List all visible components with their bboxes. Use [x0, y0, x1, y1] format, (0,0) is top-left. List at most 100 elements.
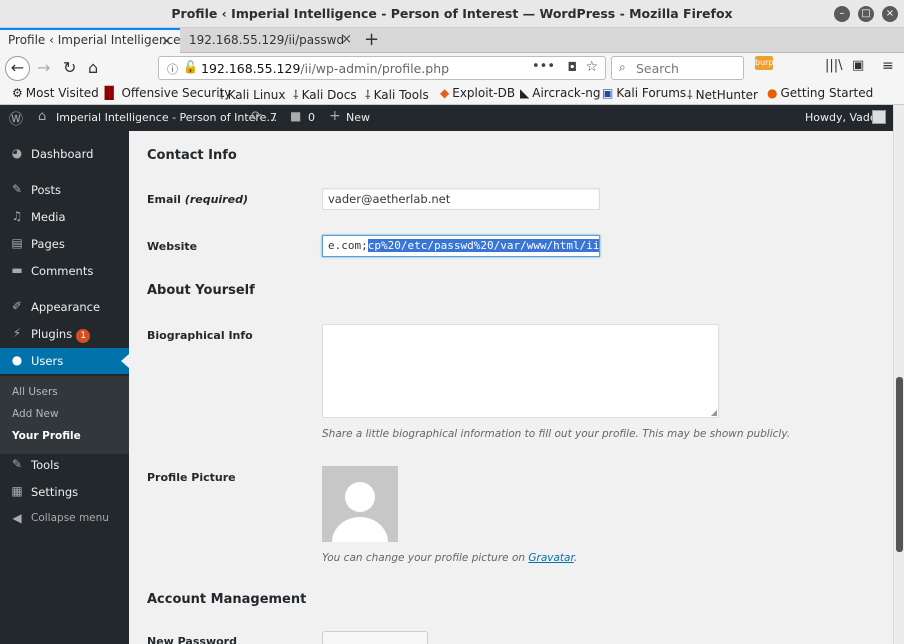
menu-comments[interactable]: ▬ Comments [0, 258, 129, 284]
generate-password-button[interactable] [322, 631, 428, 644]
menu-pages[interactable]: ▤ Pages [0, 231, 129, 257]
bookmark-getting-started[interactable]: ● Getting Started [767, 86, 873, 100]
bookmark-nethunter[interactable]: ⸸ NetHunter [687, 86, 758, 103]
minimize-icon[interactable]: – [834, 6, 850, 22]
gear-icon: ⚙ [12, 86, 23, 100]
search-input[interactable]: ⌕ Search [611, 56, 744, 80]
comments-count: 0 [308, 111, 315, 124]
sidebar-toggle-icon[interactable]: ▣ [852, 58, 864, 73]
website-label: Website [147, 240, 198, 253]
bookmark-kali-linux[interactable]: ⸸ Kali Linux [219, 86, 285, 103]
settings-icon: ▦ [11, 484, 23, 498]
brush-icon: ✐ [11, 299, 23, 313]
plug-icon: ⚡ [12, 326, 22, 340]
admin-sidebar: ◕ Dashboard ✎ Posts ♫ Media ▤ Pages ▬ Comment… [0, 131, 129, 644]
menu-users[interactable]: ● Users [0, 348, 129, 374]
plugins-update-badge: 1 [76, 329, 91, 343]
home-icon[interactable]: ⌂ [88, 58, 98, 77]
website-selection: cp%20/etc/passwd%20/var/www/html/ii/ [367, 239, 599, 252]
menu-appearance[interactable]: ✐ Appearance [0, 294, 129, 320]
bookmark-offensive-security[interactable]: ▐▌ Offensive Security [100, 86, 231, 100]
comment-icon[interactable]: ■ [290, 109, 301, 123]
url-text: 192.168.55.129/ii/wp-admin/profile.php [201, 61, 450, 76]
website-field[interactable]: e.com;cp%20/etc/passwd%20/var/www/html/i… [322, 235, 600, 257]
bookmark-most-visited[interactable]: ⚙ Most Visited [12, 86, 99, 100]
new-tab-icon[interactable]: + [364, 29, 379, 50]
submenu-your-profile[interactable]: Your Profile [12, 430, 81, 442]
library-icon[interactable]: |||\ [825, 58, 843, 73]
site-name-link[interactable]: Imperial Intelligence - Person of Intere… [56, 111, 277, 124]
new-password-label: New Password [147, 635, 237, 644]
scrollbar-thumb[interactable] [896, 377, 903, 552]
insecure-lock-icon[interactable]: 🔓 [183, 60, 198, 74]
user-icon: ● [11, 353, 23, 367]
new-link[interactable]: New [346, 111, 370, 124]
gravatar-link[interactable]: Gravatar [528, 552, 573, 564]
contact-info-heading: Contact Info [147, 148, 237, 163]
resize-handle-icon[interactable]: ◢ [711, 408, 717, 417]
about-yourself-heading: About Yourself [147, 283, 255, 298]
tab-passwd[interactable]: 192.168.55.129/ii/passwd × [181, 28, 360, 53]
submenu-add-new[interactable]: Add New [12, 408, 59, 420]
profile-picture-description: You can change your profile picture on G… [322, 552, 578, 564]
page-actions-icon[interactable]: ••• [532, 59, 555, 74]
updates-icon[interactable]: ⟳ [251, 109, 262, 124]
plus-icon[interactable]: + [329, 108, 341, 124]
email-field[interactable]: vader@aetherlab.net [322, 188, 600, 210]
close-tab-icon[interactable]: × [161, 34, 172, 49]
bookmark-aircrack-ng[interactable]: ◣ Aircrack-ng [520, 86, 600, 100]
kali-forums-icon: ▣ [602, 86, 614, 100]
submenu-all-users[interactable]: All Users [12, 386, 58, 398]
media-icon: ♫ [11, 209, 23, 223]
updates-count: 7 [270, 111, 277, 124]
collapse-icon: ◀ [12, 511, 22, 525]
avatar-icon[interactable] [872, 110, 886, 124]
dashboard-icon: ◕ [11, 146, 23, 160]
profile-content: Contact Info Email (required) vader@aeth… [129, 131, 893, 644]
forward-arrow-icon[interactable]: → [37, 58, 50, 77]
current-menu-arrow [121, 354, 129, 368]
maximize-icon[interactable]: □ [858, 6, 874, 22]
page-scrollbar[interactable] [893, 105, 904, 644]
tab-profile[interactable]: Profile ‹ Imperial Intelligence × [0, 28, 180, 53]
menu-tools[interactable]: ✎ Tools [0, 452, 129, 478]
bookmark-star-icon[interactable]: ☆ [585, 59, 598, 75]
default-avatar-icon [322, 466, 398, 542]
tab-label: Profile ‹ Imperial Intelligence [8, 33, 180, 47]
avatar [322, 466, 398, 542]
exploitdb-icon: ◆ [440, 86, 450, 100]
reload-icon[interactable]: ↻ [63, 58, 76, 77]
close-icon[interactable]: × [882, 6, 898, 22]
bookmark-kali-docs[interactable]: ⸸ Kali Docs [293, 86, 357, 103]
menu-media[interactable]: ♫ Media [0, 204, 129, 230]
howdy-user[interactable]: Howdy, Vader [805, 111, 881, 124]
burp-extension-icon[interactable]: burp [755, 56, 774, 70]
pin-icon: ✎ [11, 182, 23, 196]
url-bar[interactable]: ⓘ 🔓 192.168.55.129/ii/wp-admin/profile.p… [158, 56, 606, 80]
comment-icon: ▬ [11, 263, 23, 277]
profile-picture-label: Profile Picture [147, 471, 236, 484]
search-placeholder: Search [636, 61, 679, 76]
bio-textarea[interactable]: ◢ [322, 324, 719, 418]
bookmark-kali-tools[interactable]: ⸸ Kali Tools [365, 86, 429, 103]
pocket-icon[interactable]: ◘ [568, 60, 578, 74]
menu-settings[interactable]: ▦ Settings [0, 479, 129, 505]
bookmark-exploit-db[interactable]: ◆ Exploit-DB [440, 86, 515, 100]
back-arrow-icon[interactable]: ← [5, 56, 30, 81]
account-management-heading: Account Management [147, 592, 307, 607]
close-tab-icon[interactable]: × [341, 32, 352, 47]
bio-label: Biographical Info [147, 329, 253, 342]
hamburger-menu-icon[interactable]: ≡ [882, 58, 894, 74]
menu-plugins[interactable]: ⚡ Plugins 1 [0, 321, 129, 347]
menu-collapse[interactable]: ◀ Collapse menu [0, 506, 129, 532]
menu-dashboard[interactable]: ◕ Dashboard [0, 141, 129, 167]
bookmark-kali-forums[interactable]: ▣ Kali Forums [602, 86, 686, 100]
window-titlebar: Profile ‹ Imperial Intelligence - Person… [0, 0, 904, 28]
info-icon[interactable]: ⓘ [167, 61, 178, 77]
wordpress-logo-icon[interactable]: Ⓦ [9, 109, 23, 129]
pages-icon: ▤ [11, 236, 23, 250]
bio-description: Share a little biographical information … [322, 428, 791, 440]
users-submenu: All Users Add New Your Profile [0, 376, 129, 454]
menu-posts[interactable]: ✎ Posts [0, 177, 129, 203]
kali-icon: ⸸ [365, 88, 371, 102]
